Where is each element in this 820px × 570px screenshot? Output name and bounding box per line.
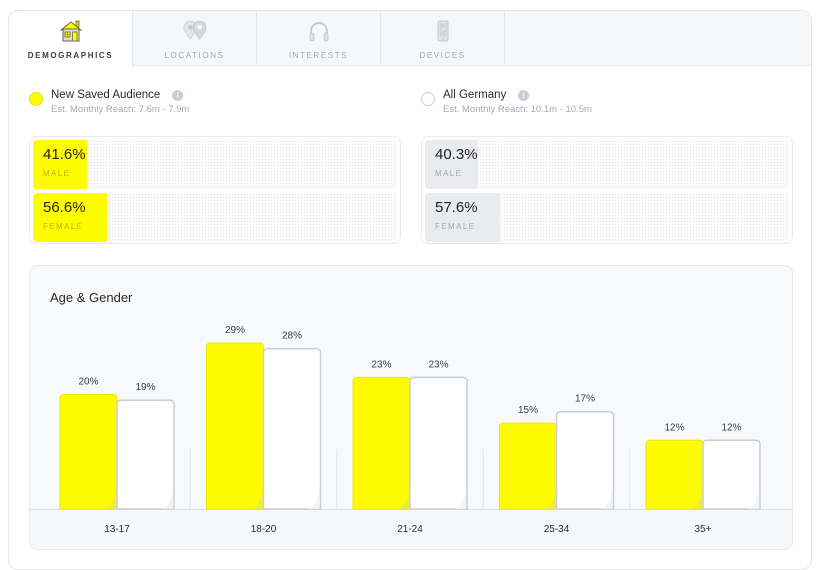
tab-devices[interactable]: DEVICES	[381, 11, 505, 66]
bar-value-label: 19%	[135, 382, 155, 393]
x-tick-label: 18-20	[251, 524, 277, 535]
phone-icon	[430, 19, 456, 43]
bar-new-saved-audience	[206, 342, 264, 510]
x-tick-label: 13-17	[104, 524, 130, 535]
legend-new-saved-audience[interactable]: New Saved Audience i Est. Monthly Reach:…	[29, 89, 189, 115]
legend-all-germany[interactable]: All Germany i Est. Monthly Reach: 10.1m …	[421, 89, 592, 115]
x-tick-label: 35+	[695, 524, 712, 535]
bar-value-label: 23%	[428, 359, 448, 370]
headphones-icon	[306, 19, 332, 43]
tab-label: LOCATIONS	[164, 51, 225, 60]
gender-percent: 41.6%	[43, 146, 86, 163]
x-tick-label: 21-24	[397, 524, 423, 535]
info-icon[interactable]: i	[172, 89, 184, 101]
bar-new-saved-audience	[499, 422, 557, 510]
age-gender-chart-card: Age & Gender 20% 19% 13-17 29% 28% 18-20 23% 23…	[29, 265, 793, 550]
tab-interests[interactable]: INTERESTS	[257, 11, 381, 66]
bar-value-label: 23%	[371, 359, 391, 370]
gender-label: FEMALE	[435, 222, 476, 231]
bar-all-germany	[409, 376, 468, 510]
gender-panel-all-germany: 40.3% MALE 57.6% FEMALE	[421, 136, 793, 244]
tab-label: DEMOGRAPHICS	[27, 51, 114, 60]
audience-reach: Est. Monthly Reach: 10.1m - 10.5m	[443, 104, 592, 115]
gender-percent: 40.3%	[435, 146, 478, 163]
house-icon	[58, 19, 84, 43]
audience-name: All Germany	[443, 89, 507, 101]
gender-label: MALE	[435, 169, 463, 178]
bar-all-germany	[555, 410, 615, 510]
tab-label: INTERESTS	[288, 51, 349, 60]
x-tick-label: 25-34	[544, 524, 570, 535]
bar-value-label: 20%	[78, 377, 98, 388]
gender-percent: 57.6%	[435, 199, 478, 216]
bar-all-germany	[116, 399, 175, 510]
tab-bar: DEMOGRAPHICS LOCATIONS INTERESTS DEVICES	[9, 11, 811, 67]
bar-new-saved-audience	[645, 439, 704, 510]
tab-locations[interactable]: LOCATIONS	[133, 11, 257, 66]
bar-all-germany	[702, 439, 761, 510]
gender-panel-new-saved-audience: 41.6% MALE 56.6% FEMALE	[29, 136, 401, 244]
bar-value-label: 17%	[575, 394, 595, 405]
map-pins-icon	[182, 19, 208, 43]
bar-new-saved-audience	[59, 394, 118, 510]
audience-name: New Saved Audience	[51, 89, 161, 101]
audience-radio-selected[interactable]	[29, 92, 43, 106]
bar-value-label: 28%	[282, 331, 302, 342]
audience-insights-panel: DEMOGRAPHICS LOCATIONS INTERESTS DEVICES…	[8, 10, 812, 570]
bar-value-label: 29%	[225, 325, 245, 336]
bar-new-saved-audience	[352, 376, 411, 510]
gender-row-male: 41.6% MALE	[33, 140, 397, 189]
tab-label: DEVICES	[419, 51, 466, 60]
age-gender-chart: 20% 19% 13-17 29% 28% 18-20 23% 23% 21-24 15% 17% 2…	[30, 325, 792, 549]
audience-reach: Est. Monthly Reach: 7.6m - 7.9m	[51, 104, 190, 115]
audience-radio[interactable]	[421, 92, 435, 106]
gender-label: MALE	[43, 169, 71, 178]
gender-row-male: 40.3% MALE	[425, 140, 789, 189]
tab-demographics[interactable]: DEMOGRAPHICS	[9, 11, 133, 67]
bar-value-label: 12%	[721, 422, 741, 433]
bar-all-germany	[262, 347, 322, 510]
gender-percent: 56.6%	[43, 199, 86, 216]
info-icon[interactable]: i	[518, 89, 530, 101]
gender-row-female: 57.6% FEMALE	[425, 193, 789, 242]
bar-value-label: 12%	[664, 422, 684, 433]
gender-row-female: 56.6% FEMALE	[33, 193, 397, 242]
gender-label: FEMALE	[43, 222, 84, 231]
bar-value-label: 15%	[518, 405, 538, 416]
